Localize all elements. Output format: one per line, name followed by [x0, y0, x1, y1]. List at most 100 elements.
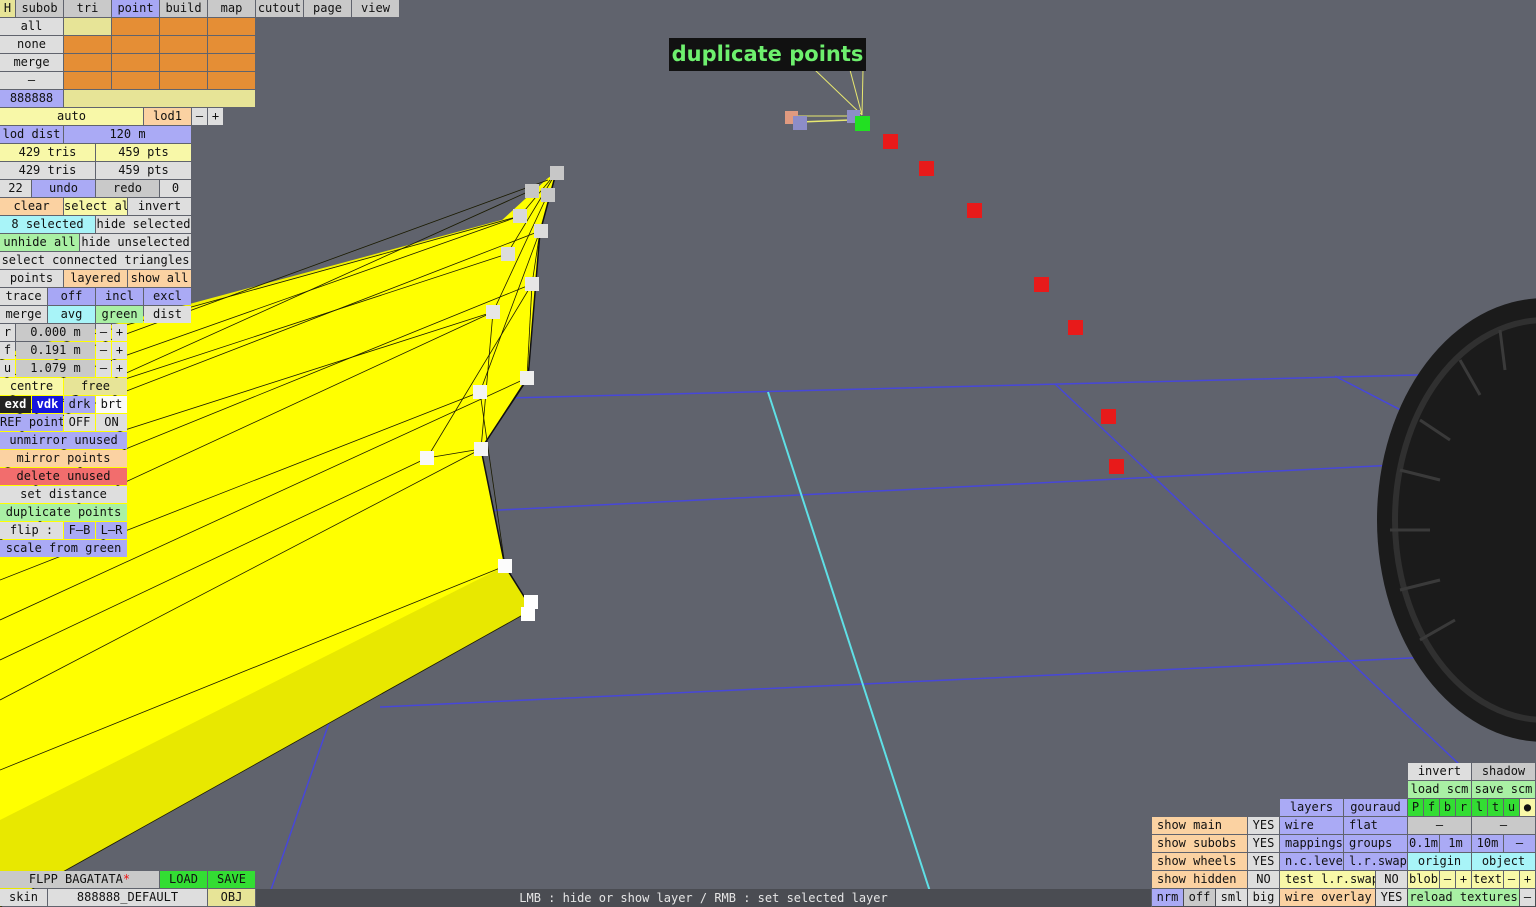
- tab-point[interactable]: point: [112, 0, 159, 17]
- save-scm-button[interactable]: save scm: [1472, 781, 1535, 798]
- undo-button[interactable]: undo: [32, 180, 95, 197]
- grid-10m-button[interactable]: 10m: [1472, 835, 1503, 852]
- color-swatch[interactable]: [112, 36, 159, 53]
- merge-colors-button[interactable]: merge: [0, 54, 63, 71]
- coord-u-plus-button[interactable]: +: [112, 360, 127, 377]
- nc-level-button[interactable]: n.c.level: [1280, 853, 1343, 870]
- color-swatch[interactable]: [160, 36, 207, 53]
- tab-view[interactable]: view: [352, 0, 399, 17]
- ref-on-button[interactable]: ON: [96, 414, 127, 431]
- dot-button[interactable]: ●: [1520, 799, 1535, 816]
- delete-unused-button[interactable]: delete unused: [0, 468, 127, 485]
- merge-green-button[interactable]: green: [96, 306, 143, 323]
- tab-build[interactable]: build: [160, 0, 207, 17]
- lod-plus-button[interactable]: +: [208, 108, 223, 125]
- lr-swap-button[interactable]: l.r.swap: [1344, 853, 1407, 870]
- flat-button[interactable]: flat: [1344, 817, 1407, 834]
- obj-button[interactable]: OBJ: [208, 889, 255, 906]
- color-swatch[interactable]: [208, 36, 255, 53]
- color-swatch[interactable]: [160, 18, 207, 35]
- view-t-button[interactable]: t: [1488, 799, 1503, 816]
- invert-selection-button[interactable]: invert: [128, 198, 191, 215]
- trace-incl-button[interactable]: incl: [96, 288, 143, 305]
- point-size-off-button[interactable]: off: [1184, 889, 1215, 906]
- object-button[interactable]: object: [1472, 853, 1535, 870]
- grid-minus-button[interactable]: –: [1504, 835, 1535, 852]
- grid-01m-button[interactable]: 0.1m: [1408, 835, 1439, 852]
- color-swatch[interactable]: [160, 54, 207, 71]
- invert-button[interactable]: invert: [1408, 763, 1471, 780]
- unmirror-unused-button[interactable]: unmirror unused: [0, 432, 127, 449]
- centre-button[interactable]: centre: [0, 378, 63, 395]
- layers-button[interactable]: layers: [1280, 799, 1343, 816]
- shadow-button[interactable]: shadow: [1472, 763, 1535, 780]
- h-toggle-button[interactable]: H: [0, 0, 15, 17]
- flip-fb-button[interactable]: F–B: [64, 522, 95, 539]
- free-button[interactable]: free: [64, 378, 127, 395]
- mappings-button[interactable]: mappings: [1280, 835, 1343, 852]
- clear-button[interactable]: clear: [0, 198, 63, 215]
- color-swatch[interactable]: [160, 72, 207, 89]
- color-code-field[interactable]: 888888: [0, 90, 63, 107]
- hide-selected-button[interactable]: hide selected: [96, 216, 191, 233]
- tab-map[interactable]: map: [208, 0, 255, 17]
- tab-cutout[interactable]: cutout: [256, 0, 303, 17]
- view-u-button[interactable]: u: [1504, 799, 1519, 816]
- 3d-viewport[interactable]: [0, 0, 1536, 907]
- text-minus-button[interactable]: –: [1504, 871, 1519, 888]
- point-size-sml-button[interactable]: sml: [1216, 889, 1247, 906]
- set-distance-button[interactable]: set distance: [0, 486, 127, 503]
- select-all-button[interactable]: select all: [64, 198, 127, 215]
- tab-tri[interactable]: tri: [64, 0, 111, 17]
- gouraud-button[interactable]: gouraud: [1344, 799, 1407, 816]
- lod-minus-button[interactable]: –: [192, 108, 207, 125]
- show-wheels-toggle[interactable]: YES: [1248, 853, 1279, 870]
- load-button[interactable]: LOAD: [160, 871, 207, 888]
- dash-button-1[interactable]: –: [1408, 817, 1471, 834]
- view-p-button[interactable]: P: [1408, 799, 1423, 816]
- color-swatch[interactable]: [64, 18, 111, 35]
- color-swatch[interactable]: [112, 18, 159, 35]
- view-r-button[interactable]: r: [1456, 799, 1471, 816]
- shade-exd-button[interactable]: exd: [0, 396, 31, 413]
- flip-lr-button[interactable]: L–R: [96, 522, 127, 539]
- color-swatch[interactable]: [64, 54, 111, 71]
- view-b-button[interactable]: b: [1440, 799, 1455, 816]
- dash-colors-button[interactable]: –: [0, 72, 63, 89]
- tab-subob[interactable]: subob: [16, 0, 63, 17]
- color-swatch[interactable]: [208, 18, 255, 35]
- ref-off-button[interactable]: OFF: [64, 414, 95, 431]
- wire-overlay-toggle[interactable]: YES: [1376, 889, 1407, 906]
- shade-drk-button[interactable]: drk: [64, 396, 95, 413]
- coord-f-plus-button[interactable]: +: [112, 342, 127, 359]
- lod-auto-button[interactable]: auto: [0, 108, 143, 125]
- show-hidden-toggle[interactable]: NO: [1248, 871, 1279, 888]
- show-subobs-toggle[interactable]: YES: [1248, 835, 1279, 852]
- color-swatch[interactable]: [64, 72, 111, 89]
- color-swatch[interactable]: [112, 54, 159, 71]
- select-connected-triangles-button[interactable]: select connected triangles: [0, 252, 191, 269]
- scale-from-green-button[interactable]: scale from green: [0, 540, 127, 557]
- point-size-big-button[interactable]: big: [1248, 889, 1279, 906]
- merge-avg-button[interactable]: avg: [48, 306, 95, 323]
- lod-level-button[interactable]: lod1: [144, 108, 191, 125]
- coord-r-plus-button[interactable]: +: [112, 324, 127, 341]
- skin-select[interactable]: 888888_DEFAULT: [48, 889, 207, 906]
- color-swatch[interactable]: [208, 72, 255, 89]
- file-name[interactable]: FLPP BAGATATA*: [0, 871, 159, 888]
- mirror-points-button[interactable]: mirror points: [0, 450, 127, 467]
- coord-f-value[interactable]: 0.191 m: [16, 342, 95, 359]
- coord-f-minus-button[interactable]: –: [96, 342, 111, 359]
- color-swatch[interactable]: [112, 72, 159, 89]
- blob-minus-button[interactable]: –: [1440, 871, 1455, 888]
- reload-minus-button[interactable]: –: [1520, 889, 1535, 906]
- redo-button[interactable]: redo: [96, 180, 159, 197]
- select-none-colors-button[interactable]: none: [0, 36, 63, 53]
- coord-r-minus-button[interactable]: –: [96, 324, 111, 341]
- load-scm-button[interactable]: load scm: [1408, 781, 1471, 798]
- trace-off-button[interactable]: off: [48, 288, 95, 305]
- dash-button-2[interactable]: –: [1472, 817, 1535, 834]
- shade-vdk-button[interactable]: vdk: [32, 396, 63, 413]
- text-plus-button[interactable]: +: [1520, 871, 1535, 888]
- layered-button[interactable]: layered: [64, 270, 127, 287]
